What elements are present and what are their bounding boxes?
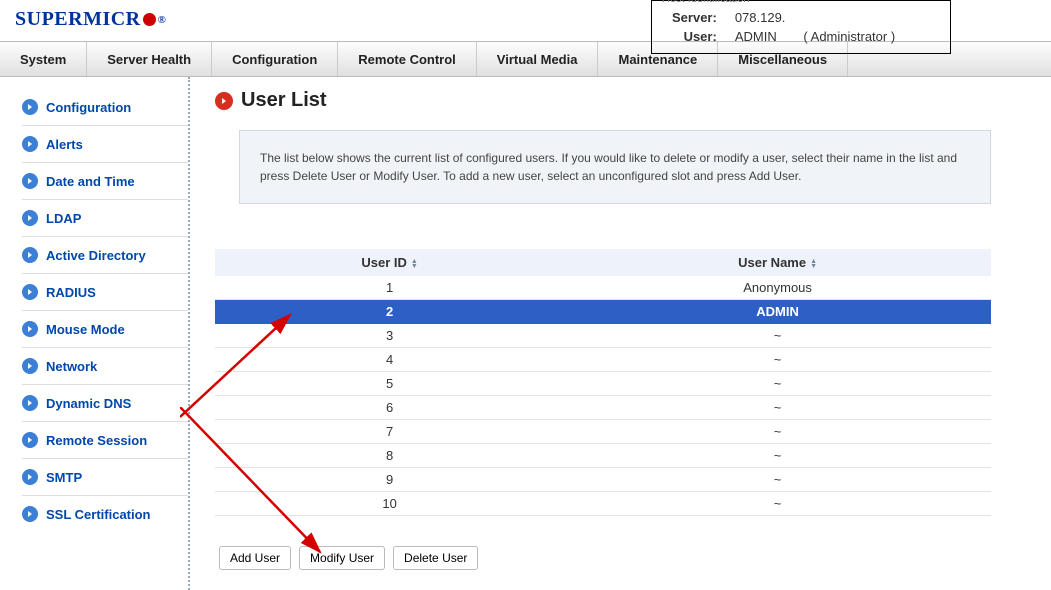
- menu-configuration[interactable]: Configuration: [212, 42, 338, 76]
- arrow-right-icon: [22, 284, 38, 300]
- sidebar-item-ldap[interactable]: LDAP: [22, 200, 188, 237]
- cell-userid: 1: [215, 276, 564, 300]
- server-label: Server:: [664, 9, 725, 26]
- sidebar-item-dynamic-dns[interactable]: Dynamic DNS: [22, 385, 188, 422]
- sidebar-item-label: Alerts: [46, 137, 83, 152]
- menu-remote-control[interactable]: Remote Control: [338, 42, 477, 76]
- logo-dot-icon: [143, 13, 156, 26]
- table-row[interactable]: 8~: [215, 444, 991, 468]
- arrow-right-icon: [22, 210, 38, 226]
- host-identification-box: Host Identification Server: 078.129. Use…: [651, 0, 951, 54]
- table-row[interactable]: 2ADMIN: [215, 300, 991, 324]
- hostid-legend: Host Identification: [662, 0, 940, 5]
- sidebar-item-label: Date and Time: [46, 174, 135, 189]
- cell-username: ~: [564, 420, 991, 444]
- arrow-right-icon: [22, 321, 38, 337]
- sidebar-item-remote-session[interactable]: Remote Session: [22, 422, 188, 459]
- cell-userid: 6: [215, 396, 564, 420]
- sidebar-item-alerts[interactable]: Alerts: [22, 126, 188, 163]
- user-label: User:: [664, 28, 725, 45]
- cell-username: Anonymous: [564, 276, 991, 300]
- sidebar-item-label: Active Directory: [46, 248, 146, 263]
- arrow-right-icon: [22, 469, 38, 485]
- table-row[interactable]: 4~: [215, 348, 991, 372]
- sidebar-item-radius[interactable]: RADIUS: [22, 274, 188, 311]
- title-bullet-icon: [215, 92, 233, 110]
- cell-username: ~: [564, 348, 991, 372]
- user-value: ADMIN: [727, 28, 794, 45]
- cell-username: ~: [564, 468, 991, 492]
- server-value: 078.129.: [727, 9, 794, 26]
- arrow-right-icon: [22, 99, 38, 115]
- sidebar-item-label: Configuration: [46, 100, 131, 115]
- arrow-right-icon: [22, 506, 38, 522]
- header: SUPERMICR ® Host Identification Server: …: [0, 0, 1051, 41]
- sidebar-item-label: LDAP: [46, 211, 81, 226]
- arrow-right-icon: [22, 247, 38, 263]
- table-row[interactable]: 6~: [215, 396, 991, 420]
- cell-username: ~: [564, 324, 991, 348]
- table-row[interactable]: 3~: [215, 324, 991, 348]
- table-row[interactable]: 10~: [215, 492, 991, 516]
- cell-userid: 8: [215, 444, 564, 468]
- arrow-right-icon: [22, 395, 38, 411]
- sidebar-item-label: Remote Session: [46, 433, 147, 448]
- table-row[interactable]: 7~: [215, 420, 991, 444]
- sidebar-item-label: Mouse Mode: [46, 322, 125, 337]
- add-user-button[interactable]: Add User: [219, 546, 291, 570]
- sidebar-item-label: Dynamic DNS: [46, 396, 131, 411]
- table-row[interactable]: 9~: [215, 468, 991, 492]
- cell-username: ~: [564, 372, 991, 396]
- column-header-userid[interactable]: User ID▲▼: [215, 249, 564, 276]
- user-table: User ID▲▼ User Name▲▼ 1Anonymous2ADMIN3~…: [215, 249, 991, 516]
- sidebar: Configuration Alerts Date and Time LDAP …: [0, 77, 190, 590]
- sidebar-item-active-directory[interactable]: Active Directory: [22, 237, 188, 274]
- sidebar-item-network[interactable]: Network: [22, 348, 188, 385]
- action-button-row: Add User Modify User Delete User: [219, 546, 991, 570]
- cell-userid: 4: [215, 348, 564, 372]
- menu-system[interactable]: System: [0, 42, 87, 76]
- sidebar-item-smtp[interactable]: SMTP: [22, 459, 188, 496]
- cell-userid: 5: [215, 372, 564, 396]
- sidebar-item-label: SMTP: [46, 470, 82, 485]
- cell-username: ~: [564, 444, 991, 468]
- delete-user-button[interactable]: Delete User: [393, 546, 478, 570]
- main-content: User List The list below shows the curre…: [190, 77, 1051, 590]
- cell-userid: 9: [215, 468, 564, 492]
- cell-username: ~: [564, 492, 991, 516]
- sidebar-item-configuration[interactable]: Configuration: [22, 89, 188, 126]
- sidebar-item-label: Network: [46, 359, 97, 374]
- page-title: User List: [241, 89, 327, 112]
- sort-icon: ▲▼: [810, 259, 817, 269]
- arrow-right-icon: [22, 432, 38, 448]
- info-box: The list below shows the current list of…: [239, 130, 991, 204]
- cell-username: ~: [564, 396, 991, 420]
- cell-userid: 2: [215, 300, 564, 324]
- table-row[interactable]: 1Anonymous: [215, 276, 991, 300]
- sort-icon: ▲▼: [411, 259, 418, 269]
- menu-virtual-media[interactable]: Virtual Media: [477, 42, 599, 76]
- logo-text: SUPERMICR: [15, 8, 141, 31]
- sidebar-item-label: RADIUS: [46, 285, 96, 300]
- cell-userid: 10: [215, 492, 564, 516]
- column-header-username[interactable]: User Name▲▼: [564, 249, 991, 276]
- user-role: ( Administrator ): [795, 28, 903, 45]
- cell-userid: 7: [215, 420, 564, 444]
- cell-userid: 3: [215, 324, 564, 348]
- table-row[interactable]: 5~: [215, 372, 991, 396]
- cell-username: ADMIN: [564, 300, 991, 324]
- arrow-right-icon: [22, 173, 38, 189]
- modify-user-button[interactable]: Modify User: [299, 546, 385, 570]
- sidebar-item-date-time[interactable]: Date and Time: [22, 163, 188, 200]
- arrow-right-icon: [22, 136, 38, 152]
- sidebar-item-label: SSL Certification: [46, 507, 151, 522]
- sidebar-item-mouse-mode[interactable]: Mouse Mode: [22, 311, 188, 348]
- page-title-row: User List: [215, 89, 991, 112]
- sidebar-item-ssl-certification[interactable]: SSL Certification: [22, 496, 188, 532]
- menu-server-health[interactable]: Server Health: [87, 42, 212, 76]
- arrow-right-icon: [22, 358, 38, 374]
